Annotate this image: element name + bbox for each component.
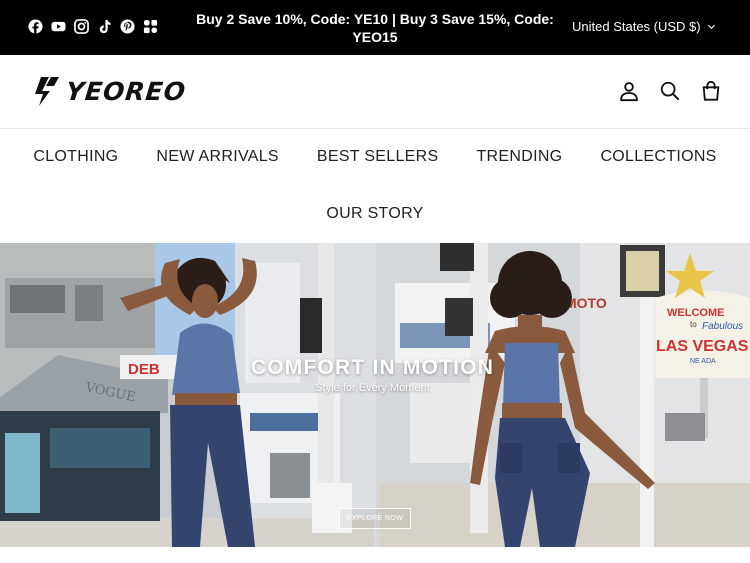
nav-item-our-story[interactable]: OUR STORY [326, 205, 423, 223]
header-icons [618, 80, 722, 102]
nav-item-collections[interactable]: COLLECTIONS [600, 148, 716, 166]
site-logo[interactable]: YEOREO [32, 75, 188, 107]
hero-subheadline: Style for Every Moment [315, 382, 430, 394]
sign-las-vegas: LAS VEGAS [656, 338, 749, 355]
site-header: YEOREO [0, 55, 750, 129]
promo-message: Buy 2 Save 10%, Code: YE10 | Buy 3 Save … [196, 11, 554, 45]
account-icon[interactable] [618, 80, 640, 102]
explore-now-button[interactable]: EXPLORE NOW [339, 508, 411, 529]
announcement-bar: Buy 2 Save 10%, Code: YE10 | Buy 3 Save … [0, 0, 750, 55]
nav-item-best-sellers[interactable]: BEST SELLERS [317, 148, 439, 166]
sign-welcome: WELCOME [667, 307, 724, 319]
pinterest-icon[interactable] [120, 19, 135, 34]
youtube-icon[interactable] [51, 19, 66, 34]
main-navigation: CLOTHING NEW ARRIVALS BEST SELLERS TREND… [0, 130, 750, 243]
hero-banner[interactable]: VOGUE DEB MOTO WELCOME to Fabulous LAS V… [0, 243, 750, 547]
social-links [28, 19, 158, 34]
nav-item-new-arrivals[interactable]: NEW ARRIVALS [156, 148, 278, 166]
currency-label: United States (USD $) [572, 19, 701, 34]
facebook-icon[interactable] [28, 19, 43, 34]
nav-item-trending[interactable]: TRENDING [476, 148, 562, 166]
logo-mark-icon [35, 77, 59, 106]
nav-item-clothing[interactable]: CLOTHING [33, 148, 118, 166]
currency-selector[interactable]: United States (USD $) [572, 19, 716, 34]
logo-wordmark: YEOREO [64, 76, 188, 106]
search-icon[interactable] [659, 80, 681, 102]
instagram-icon[interactable] [74, 19, 89, 34]
hero-image: VOGUE DEB MOTO WELCOME to Fabulous LAS V… [0, 243, 750, 547]
hero-headline: COMFORT IN MOTION [250, 356, 495, 379]
sign-fabulous: Fabulous [702, 321, 743, 332]
chevron-down-icon [707, 24, 715, 30]
cart-icon[interactable] [700, 80, 722, 102]
app-icon[interactable] [143, 19, 158, 34]
sign-to: to [690, 320, 697, 329]
tiktok-icon[interactable] [97, 19, 112, 34]
